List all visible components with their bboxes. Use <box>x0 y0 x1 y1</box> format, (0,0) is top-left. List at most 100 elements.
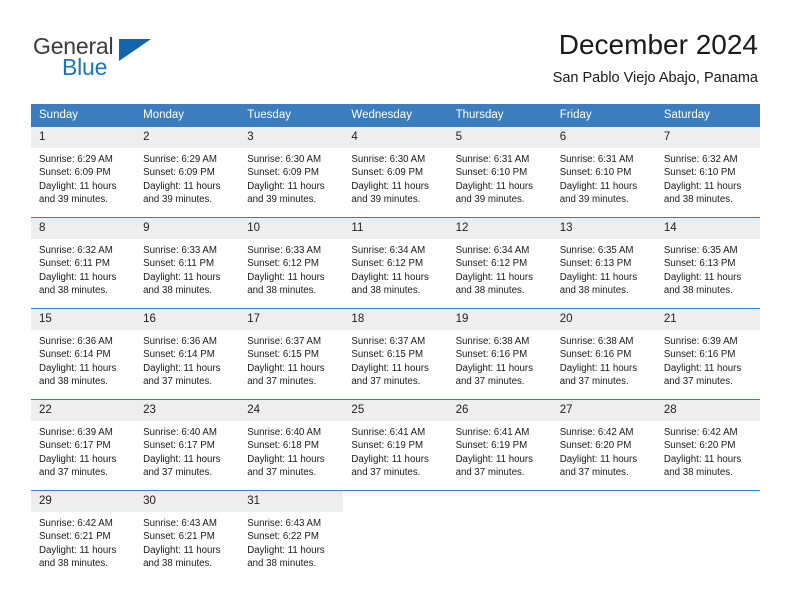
calendar-day-cell[interactable]: 12 Sunrise: 6:34 AM Sunset: 6:12 PM Dayl… <box>447 217 552 309</box>
general-blue-logo[interactable]: General Blue <box>33 33 213 85</box>
day-info: Sunrise: 6:43 AM Sunset: 6:22 PM Dayligh… <box>239 512 343 571</box>
sunrise-text: Sunrise: 6:36 AM <box>143 336 217 347</box>
day-info: Sunrise: 6:43 AM Sunset: 6:21 PM Dayligh… <box>135 512 239 571</box>
calendar-week-row: 15 Sunrise: 6:36 AM Sunset: 6:14 PM Dayl… <box>31 308 760 400</box>
weekday-header-saturday: Saturday <box>655 104 760 127</box>
daylight-text: Daylight: 11 hours and 37 minutes. <box>455 453 533 479</box>
sunset-text: Sunset: 6:12 PM <box>455 258 528 270</box>
calendar-day-cell[interactable]: 14 Sunrise: 6:35 AM Sunset: 6:13 PM Dayl… <box>655 217 760 309</box>
sunset-text: Sunset: 6:09 PM <box>351 167 424 179</box>
daylight-text: Daylight: 11 hours and 37 minutes. <box>351 453 429 479</box>
calendar-day-cell[interactable]: 9 Sunrise: 6:33 AM Sunset: 6:11 PM Dayli… <box>135 217 240 309</box>
calendar-day-cell[interactable]: 18 Sunrise: 6:37 AM Sunset: 6:15 PM Dayl… <box>343 308 448 400</box>
calendar-table: Sunday Monday Tuesday Wednesday Thursday… <box>31 104 760 581</box>
day-number: 15 <box>31 309 136 330</box>
sunset-text: Sunset: 6:13 PM <box>559 258 632 270</box>
daylight-text: Daylight: 11 hours and 37 minutes. <box>143 362 221 388</box>
sunset-text: Sunset: 6:18 PM <box>247 440 319 452</box>
daylight-text: Daylight: 11 hours and 37 minutes. <box>559 362 638 388</box>
daylight-text: Daylight: 11 hours and 39 minutes. <box>247 180 325 206</box>
day-number: 9 <box>135 218 240 239</box>
calendar-day-cell[interactable]: 25 Sunrise: 6:41 AM Sunset: 6:19 PM Dayl… <box>343 399 448 491</box>
sunset-text: Sunset: 6:16 PM <box>663 349 736 361</box>
weekday-header-wednesday: Wednesday <box>343 104 448 127</box>
calendar-day-cell[interactable]: 16 Sunrise: 6:36 AM Sunset: 6:14 PM Dayl… <box>135 308 240 400</box>
sunrise-text: Sunrise: 6:39 AM <box>39 427 113 438</box>
calendar-day-cell-empty <box>655 490 760 581</box>
day-number: 7 <box>655 127 760 148</box>
daylight-text: Daylight: 11 hours and 37 minutes. <box>39 453 117 479</box>
day-number: 6 <box>551 127 656 148</box>
daylight-text: Daylight: 11 hours and 38 minutes. <box>39 544 117 570</box>
calendar-day-cell[interactable]: 21 Sunrise: 6:39 AM Sunset: 6:16 PM Dayl… <box>655 308 760 400</box>
calendar-day-cell[interactable]: 6 Sunrise: 6:31 AM Sunset: 6:10 PM Dayli… <box>551 126 656 218</box>
sunset-text: Sunset: 6:19 PM <box>455 440 528 452</box>
daylight-text: Daylight: 11 hours and 39 minutes. <box>39 180 117 206</box>
page-title: December 2024 <box>558 29 758 60</box>
calendar-day-cell[interactable]: 28 Sunrise: 6:42 AM Sunset: 6:20 PM Dayl… <box>655 399 760 491</box>
sunrise-text: Sunrise: 6:40 AM <box>143 427 217 438</box>
calendar-day-cell[interactable]: 10 Sunrise: 6:33 AM Sunset: 6:12 PM Dayl… <box>239 217 344 309</box>
calendar-day-cell[interactable]: 1 Sunrise: 6:29 AM Sunset: 6:09 PM Dayli… <box>31 126 136 218</box>
calendar-day-cell[interactable]: 24 Sunrise: 6:40 AM Sunset: 6:18 PM Dayl… <box>239 399 344 491</box>
day-info: Sunrise: 6:36 AM Sunset: 6:14 PM Dayligh… <box>31 330 135 389</box>
day-info: Sunrise: 6:41 AM Sunset: 6:19 PM Dayligh… <box>448 421 552 480</box>
day-info: Sunrise: 6:31 AM Sunset: 6:10 PM Dayligh… <box>448 148 552 207</box>
sunset-text: Sunset: 6:21 PM <box>143 531 215 543</box>
sunset-text: Sunset: 6:10 PM <box>663 167 736 179</box>
day-info: Sunrise: 6:42 AM Sunset: 6:21 PM Dayligh… <box>31 512 135 571</box>
day-info: Sunrise: 6:38 AM Sunset: 6:16 PM Dayligh… <box>448 330 552 389</box>
calendar-day-cell[interactable]: 23 Sunrise: 6:40 AM Sunset: 6:17 PM Dayl… <box>135 399 240 491</box>
sunrise-text: Sunrise: 6:35 AM <box>663 245 738 256</box>
calendar-day-cell[interactable]: 4 Sunrise: 6:30 AM Sunset: 6:09 PM Dayli… <box>343 126 448 218</box>
day-number: 8 <box>31 218 136 239</box>
calendar-week-row: 1 Sunrise: 6:29 AM Sunset: 6:09 PM Dayli… <box>31 126 760 218</box>
sunrise-text: Sunrise: 6:39 AM <box>663 336 738 347</box>
day-number: 19 <box>447 309 552 330</box>
calendar-day-cell[interactable]: 5 Sunrise: 6:31 AM Sunset: 6:10 PM Dayli… <box>447 126 552 218</box>
calendar-week-row: 22 Sunrise: 6:39 AM Sunset: 6:17 PM Dayl… <box>31 399 760 491</box>
calendar-day-cell[interactable]: 30 Sunrise: 6:43 AM Sunset: 6:21 PM Dayl… <box>135 490 240 581</box>
daylight-text: Daylight: 11 hours and 38 minutes. <box>247 271 325 297</box>
day-number: 4 <box>343 127 448 148</box>
sunrise-text: Sunrise: 6:35 AM <box>559 245 634 256</box>
sunset-text: Sunset: 6:10 PM <box>455 167 528 179</box>
calendar-day-cell[interactable]: 11 Sunrise: 6:34 AM Sunset: 6:12 PM Dayl… <box>343 217 448 309</box>
calendar-day-cell[interactable]: 27 Sunrise: 6:42 AM Sunset: 6:20 PM Dayl… <box>551 399 656 491</box>
daylight-text: Daylight: 11 hours and 38 minutes. <box>39 362 117 388</box>
daylight-text: Daylight: 11 hours and 37 minutes. <box>247 362 325 388</box>
sunset-text: Sunset: 6:09 PM <box>39 167 111 179</box>
calendar-day-cell[interactable]: 31 Sunrise: 6:43 AM Sunset: 6:22 PM Dayl… <box>239 490 344 581</box>
calendar-day-cell[interactable]: 19 Sunrise: 6:38 AM Sunset: 6:16 PM Dayl… <box>447 308 552 400</box>
sunset-text: Sunset: 6:11 PM <box>143 258 215 270</box>
daylight-text: Daylight: 11 hours and 37 minutes. <box>663 362 742 388</box>
calendar-day-cell[interactable]: 3 Sunrise: 6:30 AM Sunset: 6:09 PM Dayli… <box>239 126 344 218</box>
calendar-day-cell[interactable]: 7 Sunrise: 6:32 AM Sunset: 6:10 PM Dayli… <box>655 126 760 218</box>
day-number: 23 <box>135 400 240 421</box>
calendar-day-cell[interactable]: 15 Sunrise: 6:36 AM Sunset: 6:14 PM Dayl… <box>31 308 136 400</box>
sunrise-text: Sunrise: 6:42 AM <box>39 518 113 529</box>
calendar-day-cell[interactable]: 22 Sunrise: 6:39 AM Sunset: 6:17 PM Dayl… <box>31 399 136 491</box>
sunrise-text: Sunrise: 6:41 AM <box>455 427 530 438</box>
sunset-text: Sunset: 6:09 PM <box>143 167 215 179</box>
sunset-text: Sunset: 6:20 PM <box>663 440 736 452</box>
sunrise-text: Sunrise: 6:41 AM <box>351 427 426 438</box>
calendar-day-cell[interactable]: 29 Sunrise: 6:42 AM Sunset: 6:21 PM Dayl… <box>31 490 136 581</box>
sunset-text: Sunset: 6:12 PM <box>351 258 424 270</box>
calendar-day-cell[interactable]: 2 Sunrise: 6:29 AM Sunset: 6:09 PM Dayli… <box>135 126 240 218</box>
sunrise-text: Sunrise: 6:31 AM <box>455 154 530 165</box>
day-number: 31 <box>239 491 344 512</box>
calendar-day-cell[interactable]: 20 Sunrise: 6:38 AM Sunset: 6:16 PM Dayl… <box>551 308 656 400</box>
calendar-day-cell[interactable]: 13 Sunrise: 6:35 AM Sunset: 6:13 PM Dayl… <box>551 217 656 309</box>
day-number: 11 <box>343 218 448 239</box>
day-info: Sunrise: 6:32 AM Sunset: 6:10 PM Dayligh… <box>656 148 760 207</box>
day-number: 26 <box>447 400 552 421</box>
day-number: 29 <box>31 491 136 512</box>
calendar-day-cell[interactable]: 17 Sunrise: 6:37 AM Sunset: 6:15 PM Dayl… <box>239 308 344 400</box>
daylight-text: Daylight: 11 hours and 37 minutes. <box>143 453 221 479</box>
calendar-day-cell[interactable]: 26 Sunrise: 6:41 AM Sunset: 6:19 PM Dayl… <box>447 399 552 491</box>
daylight-text: Daylight: 11 hours and 38 minutes. <box>455 271 533 297</box>
calendar-day-cell[interactable]: 8 Sunrise: 6:32 AM Sunset: 6:11 PM Dayli… <box>31 217 136 309</box>
page-subtitle: San Pablo Viejo Abajo, Panama <box>552 70 758 86</box>
daylight-text: Daylight: 11 hours and 38 minutes. <box>663 180 742 206</box>
